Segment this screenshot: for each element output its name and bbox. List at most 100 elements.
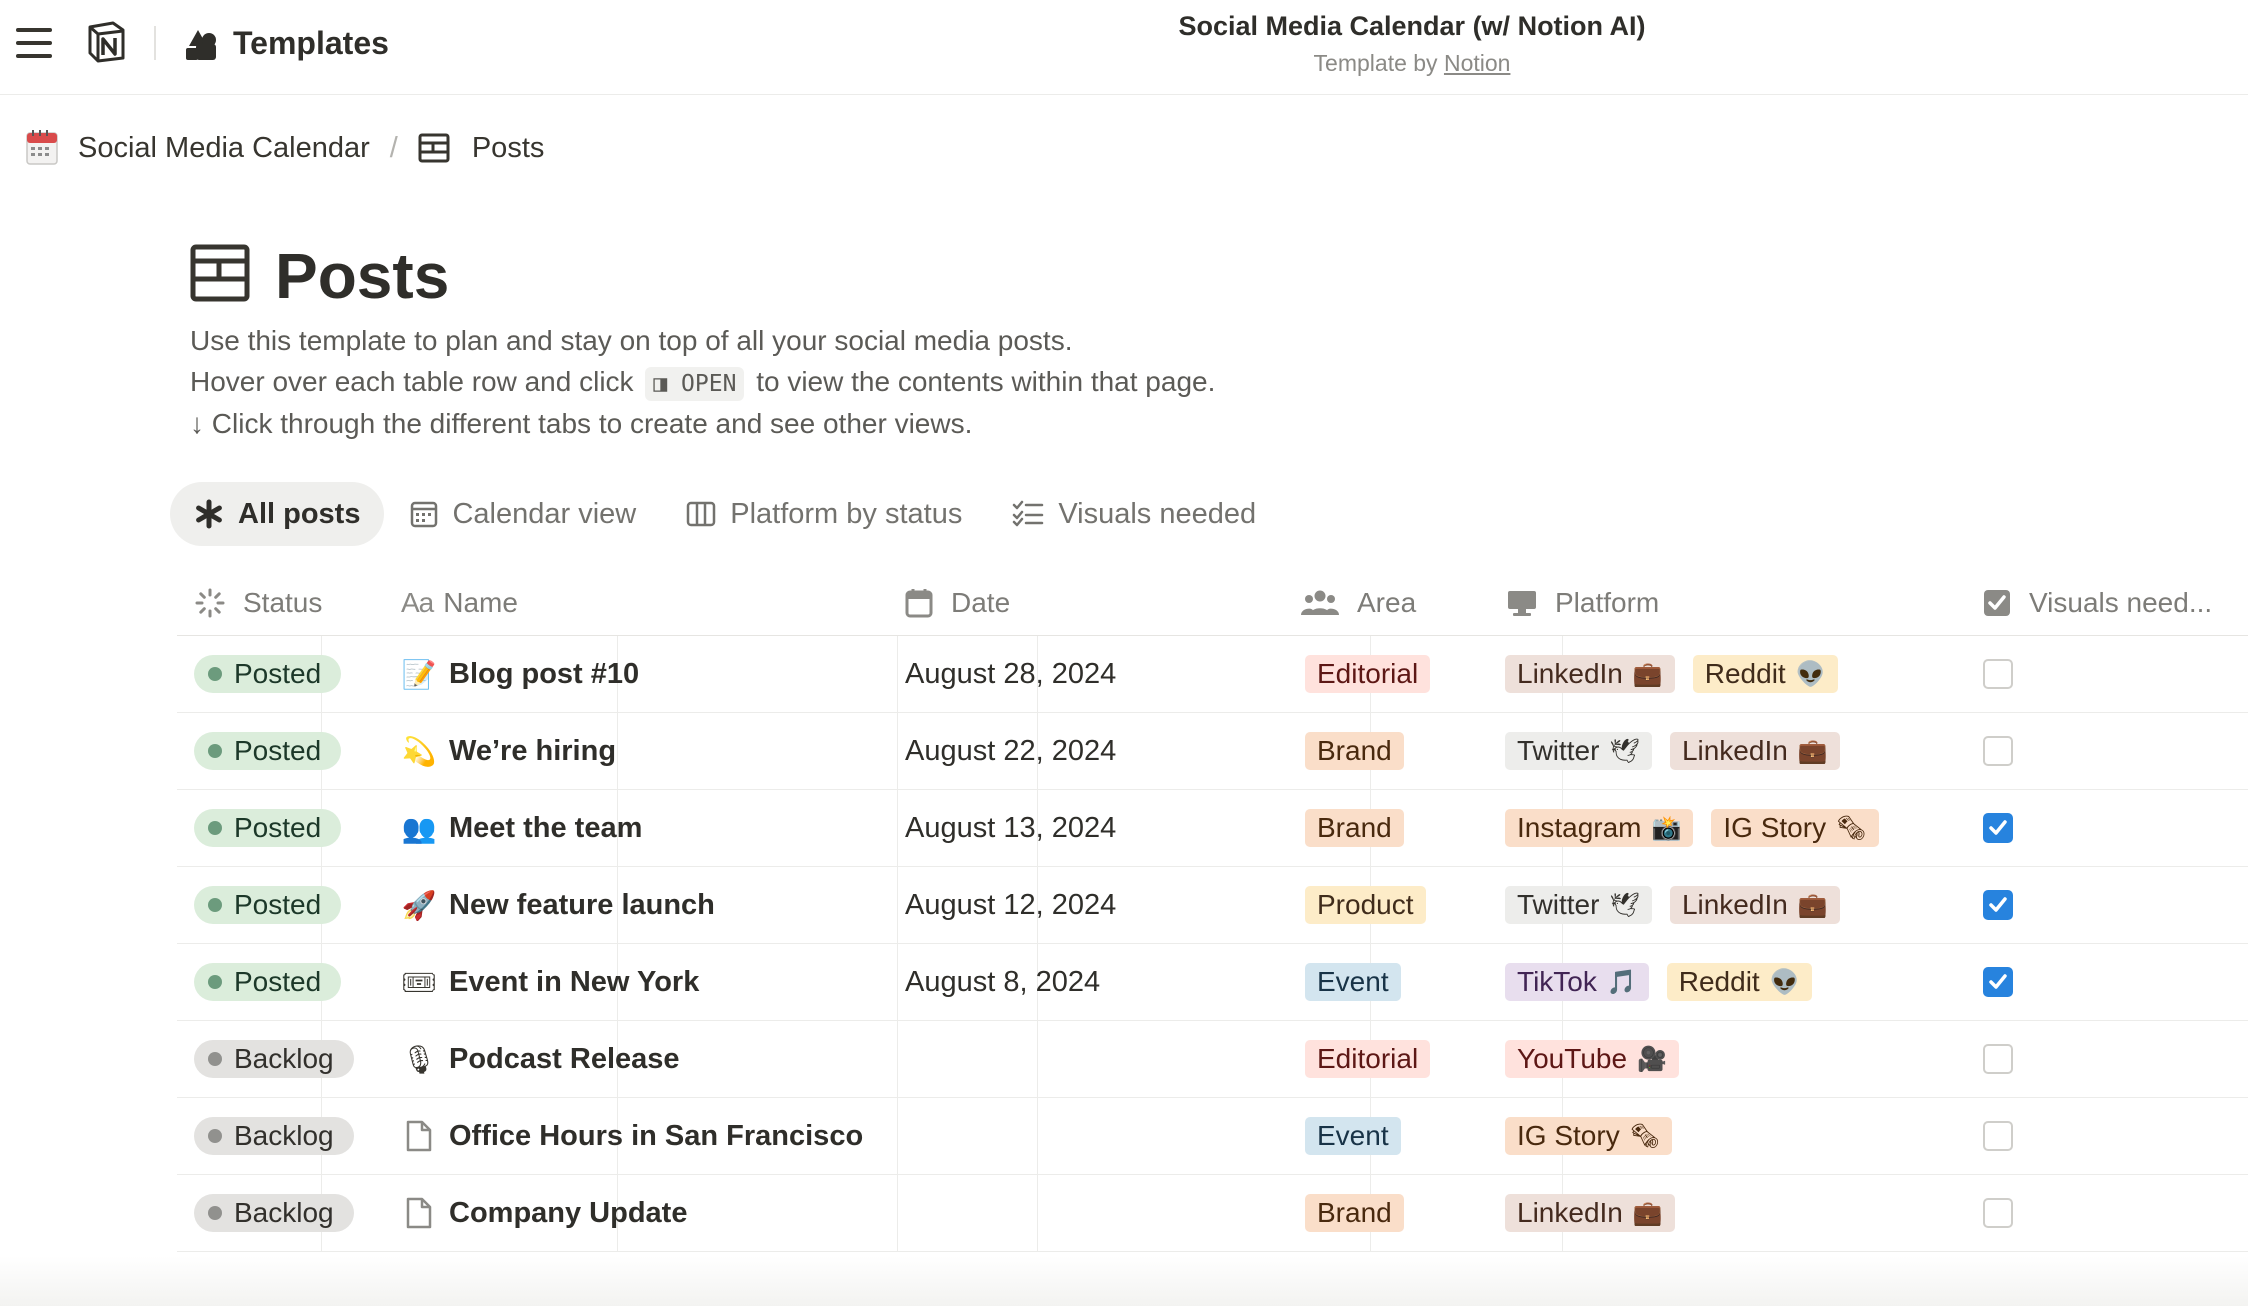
status-badge[interactable]: Posted [194, 886, 342, 924]
area-tag[interactable]: Brand [1305, 732, 1404, 770]
area-cell[interactable]: Product [1305, 867, 1444, 943]
visuals-needed-cell[interactable] [1983, 1175, 2013, 1251]
platform-tag[interactable]: Twitter 🕊 [1505, 732, 1652, 770]
tab-visuals-needed[interactable]: Visuals needed [988, 482, 1280, 546]
platform-tag[interactable]: Reddit 👽 [1666, 963, 1812, 1001]
status-badge[interactable]: Posted [194, 963, 342, 1001]
column-header-visuals-needed[interactable]: Visuals need... [1983, 570, 2212, 635]
area-tag[interactable]: Event [1305, 963, 1401, 1001]
name-cell[interactable]: Office Hours in San Francisco [401, 1098, 863, 1174]
platform-cell[interactable]: YouTube 🎥 [1505, 1021, 1697, 1097]
visuals-needed-checkbox[interactable] [1983, 813, 2013, 843]
status-cell[interactable]: Posted [194, 713, 342, 789]
column-header-area[interactable]: Area [1301, 570, 1416, 635]
platform-tag[interactable]: LinkedIn 💼 [1505, 655, 1675, 693]
visuals-needed-checkbox[interactable] [1983, 1198, 2013, 1228]
area-cell[interactable]: Editorial [1305, 636, 1448, 712]
page-title[interactable]: Posts [275, 236, 449, 316]
platform-cell[interactable]: LinkedIn 💼 [1505, 1175, 1693, 1251]
breadcrumb-posts[interactable]: Posts [418, 132, 544, 165]
status-badge[interactable]: Backlog [194, 1040, 354, 1078]
platform-tag[interactable]: YouTube 🎥 [1505, 1040, 1679, 1078]
visuals-needed-cell[interactable] [1983, 867, 2013, 943]
area-tag[interactable]: Brand [1305, 809, 1404, 847]
date-cell[interactable]: August 13, 2024 [905, 790, 1116, 866]
area-tag[interactable]: Editorial [1305, 655, 1431, 693]
status-badge[interactable]: Backlog [194, 1194, 354, 1232]
visuals-needed-cell[interactable] [1983, 944, 2013, 1020]
date-cell[interactable]: August 22, 2024 [905, 713, 1116, 789]
area-cell[interactable]: Event [1305, 944, 1419, 1020]
visuals-needed-checkbox[interactable] [1983, 1121, 2013, 1151]
column-header-platform[interactable]: Platform [1507, 570, 1659, 635]
status-cell[interactable]: Backlog [194, 1098, 354, 1174]
visuals-needed-checkbox[interactable] [1983, 890, 2013, 920]
post-name[interactable]: Event in New York [449, 966, 699, 999]
area-cell[interactable]: Event [1305, 1098, 1419, 1174]
area-tag[interactable]: Product [1305, 886, 1426, 924]
name-cell[interactable]: 🎙 Podcast Release [401, 1021, 680, 1097]
area-cell[interactable]: Brand [1305, 790, 1422, 866]
area-cell[interactable]: Brand [1305, 713, 1422, 789]
area-tag[interactable]: Editorial [1305, 1040, 1431, 1078]
visuals-needed-cell[interactable] [1983, 713, 2013, 789]
platform-tag[interactable]: TikTok 🎵 [1505, 963, 1649, 1001]
name-cell[interactable]: 🎟 Event in New York [401, 944, 699, 1020]
table-row[interactable]: Posted 📝 Blog post #10 August 28, 2024 E… [177, 636, 2248, 713]
column-header-date[interactable]: Date [905, 570, 1010, 635]
visuals-needed-cell[interactable] [1983, 790, 2013, 866]
table-row[interactable]: Backlog Office Hours in San Francisco Ev… [177, 1098, 2248, 1175]
table-row[interactable]: Posted 🚀 New feature launch August 12, 2… [177, 867, 2248, 944]
platform-tag[interactable]: IG Story 🗞 [1711, 809, 1879, 847]
area-tag[interactable]: Brand [1305, 1194, 1404, 1232]
database-table-icon[interactable] [190, 244, 250, 302]
table-row[interactable]: Posted 💫 We’re hiring August 22, 2024 Br… [177, 713, 2248, 790]
post-name[interactable]: Meet the team [449, 812, 642, 845]
platform-cell[interactable]: IG Story 🗞 [1505, 1098, 1690, 1174]
area-cell[interactable]: Editorial [1305, 1021, 1448, 1097]
status-badge[interactable]: Backlog [194, 1117, 354, 1155]
visuals-needed-cell[interactable] [1983, 1021, 2013, 1097]
post-name[interactable]: Podcast Release [449, 1043, 680, 1076]
platform-tag[interactable]: IG Story 🗞 [1505, 1117, 1673, 1155]
platform-cell[interactable]: Instagram 📸 IG Story 🗞 [1505, 790, 1897, 866]
name-cell[interactable]: Company Update [401, 1175, 687, 1251]
post-name[interactable]: We’re hiring [449, 735, 616, 768]
visuals-needed-checkbox[interactable] [1983, 967, 2013, 997]
name-cell[interactable]: 🚀 New feature launch [401, 867, 715, 943]
breadcrumb-social-media-calendar[interactable]: Social Media Calendar [24, 129, 370, 167]
table-row[interactable]: Posted 🎟 Event in New York August 8, 202… [177, 944, 2248, 1021]
status-badge[interactable]: Posted [194, 655, 342, 693]
status-cell[interactable]: Backlog [194, 1021, 354, 1097]
tab-calendar-view[interactable]: Calendar view [386, 482, 660, 546]
visuals-needed-checkbox[interactable] [1983, 736, 2013, 766]
platform-tag[interactable]: LinkedIn 💼 [1669, 886, 1840, 924]
status-cell[interactable]: Posted [194, 790, 342, 866]
status-badge[interactable]: Posted [194, 809, 342, 847]
platform-tag[interactable]: Instagram 📸 [1505, 809, 1694, 847]
post-name[interactable]: Office Hours in San Francisco [449, 1120, 863, 1153]
date-cell[interactable]: August 28, 2024 [905, 636, 1116, 712]
status-cell[interactable]: Posted [194, 867, 342, 943]
post-name[interactable]: Blog post #10 [449, 658, 639, 691]
status-cell[interactable]: Posted [194, 636, 342, 712]
column-header-name[interactable]: Aa Name [401, 570, 518, 635]
platform-cell[interactable]: TikTok 🎵 Reddit 👽 [1505, 944, 1830, 1020]
visuals-needed-cell[interactable] [1983, 636, 2013, 712]
platform-cell[interactable]: Twitter 🕊 LinkedIn 💼 [1505, 867, 1858, 943]
platform-tag[interactable]: LinkedIn 💼 [1669, 732, 1840, 770]
name-cell[interactable]: 👥 Meet the team [401, 790, 643, 866]
visuals-needed-cell[interactable] [1983, 1098, 2013, 1174]
date-cell[interactable]: August 12, 2024 [905, 867, 1116, 943]
date-cell[interactable]: August 8, 2024 [905, 944, 1100, 1020]
visuals-needed-checkbox[interactable] [1983, 1044, 2013, 1074]
area-cell[interactable]: Brand [1305, 1175, 1422, 1251]
tab-platform-by-status[interactable]: Platform by status [662, 482, 986, 546]
area-tag[interactable]: Event [1305, 1117, 1401, 1155]
status-badge[interactable]: Posted [194, 732, 342, 770]
name-cell[interactable]: 📝 Blog post #10 [401, 636, 640, 712]
platform-cell[interactable]: Twitter 🕊 LinkedIn 💼 [1505, 713, 1858, 789]
platform-tag[interactable]: Twitter 🕊 [1505, 886, 1652, 924]
status-cell[interactable]: Backlog [194, 1175, 354, 1251]
platform-tag[interactable]: LinkedIn 💼 [1505, 1194, 1675, 1232]
